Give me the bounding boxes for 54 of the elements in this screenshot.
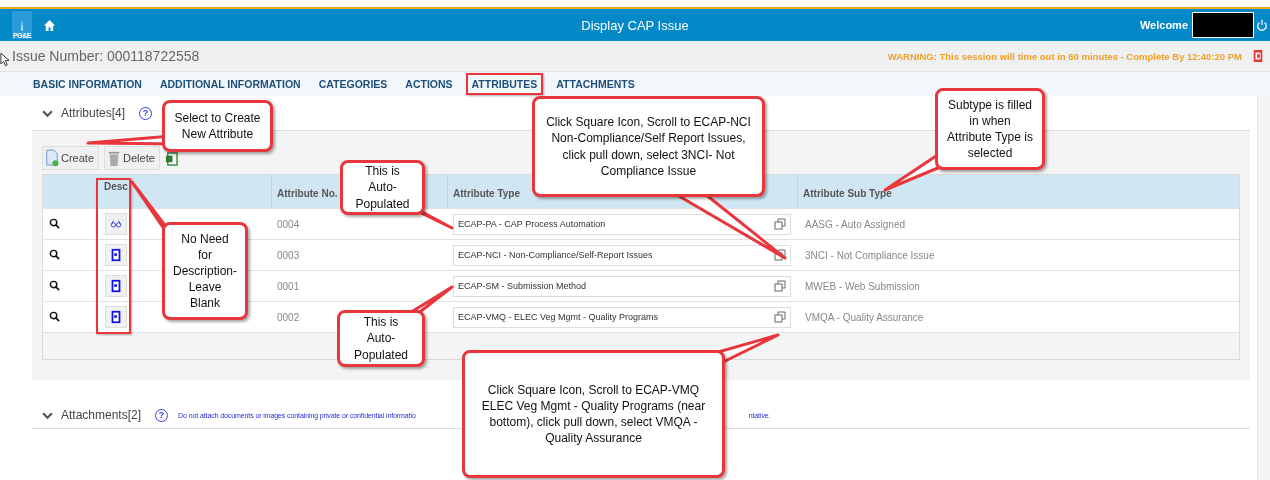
document-icon: [110, 279, 122, 293]
home-icon[interactable]: [43, 18, 56, 32]
table-cell: 0004: [277, 219, 300, 230]
session-warning: WARNING: This session will time out in 60 minutes - Complete By 12:40:20 PM: [887, 50, 1242, 62]
delete-button[interactable]: Delete: [104, 146, 160, 170]
tab[interactable]: ATTACHMENTS: [551, 73, 640, 95]
table-cell: 0001: [277, 281, 300, 292]
callout: Subtype is filled in when Attribute Type is selected: [935, 88, 1045, 170]
copy-icon[interactable]: [774, 218, 786, 230]
tab[interactable]: ATTRIBUTES: [465, 73, 544, 95]
redacted-name: [1192, 12, 1254, 38]
description-button[interactable]: [105, 306, 127, 328]
document-icon: [110, 310, 122, 324]
power-icon[interactable]: [1256, 18, 1268, 32]
new-document-icon: [45, 148, 59, 168]
issue-number: Issue Number: 000118722558: [12, 48, 200, 64]
callout: No Need for Description-Leave Blank: [162, 222, 248, 320]
table-cell: VMQA - Quality Assurance: [805, 312, 924, 323]
copy-icon[interactable]: [774, 280, 786, 292]
callout: Select to Create New Attribute: [162, 100, 273, 152]
search-icon[interactable]: [49, 280, 60, 291]
column-header: Attribute Type: [453, 188, 521, 199]
page-title: Display CAP Issue: [581, 17, 689, 33]
exit-icon[interactable]: [1252, 49, 1264, 63]
tab[interactable]: ADDITIONAL INFORMATION: [154, 73, 306, 95]
search-icon[interactable]: [49, 218, 60, 229]
scrollbar[interactable]: [1257, 96, 1270, 480]
tab[interactable]: ACTIONS: [400, 73, 458, 95]
search-icon[interactable]: [49, 249, 60, 260]
description-button[interactable]: [105, 275, 127, 297]
description-button[interactable]: [105, 213, 127, 235]
create-button[interactable]: Create: [42, 146, 100, 170]
tab[interactable]: BASIC INFORMATION: [28, 73, 147, 95]
copy-icon[interactable]: [774, 311, 786, 323]
tab[interactable]: CATEGORIES: [313, 73, 393, 95]
search-icon[interactable]: [49, 311, 60, 322]
spreadsheet-icon[interactable]: [164, 150, 178, 166]
column-header: Desc: [104, 181, 128, 192]
section-title: Attachments[2]: [61, 408, 142, 422]
section-title: Attributes[4]: [61, 106, 126, 120]
description-button[interactable]: [105, 244, 127, 266]
table-cell: 0003: [277, 250, 300, 261]
document-icon: [110, 248, 122, 262]
callout: This is Auto-Populated: [340, 160, 425, 215]
table-cell: MWEB - Web Submission: [805, 281, 920, 292]
table-cell: AASG - Auto Assigned: [805, 219, 906, 230]
welcome-text: Welcome: [1139, 19, 1188, 31]
attribute-type-field[interactable]: ECAP-NCI - Non-Compliance/Self-Report Issues: [453, 244, 791, 266]
cursor-icon: [0, 52, 9, 67]
table-cell: 3NCI - Not Compliance Issue: [805, 250, 935, 261]
column-header: Attribute Sub Type: [803, 188, 892, 199]
callout: Click Square Icon, Scroll to ECAP-VMQ ELEC Veg Mgmt - Quality Programs (near bottom), click pull down, select VMQA - Quality Assurance: [462, 350, 725, 478]
column-header: Attribute No.: [277, 188, 338, 199]
table-cell: 0002: [277, 312, 300, 323]
